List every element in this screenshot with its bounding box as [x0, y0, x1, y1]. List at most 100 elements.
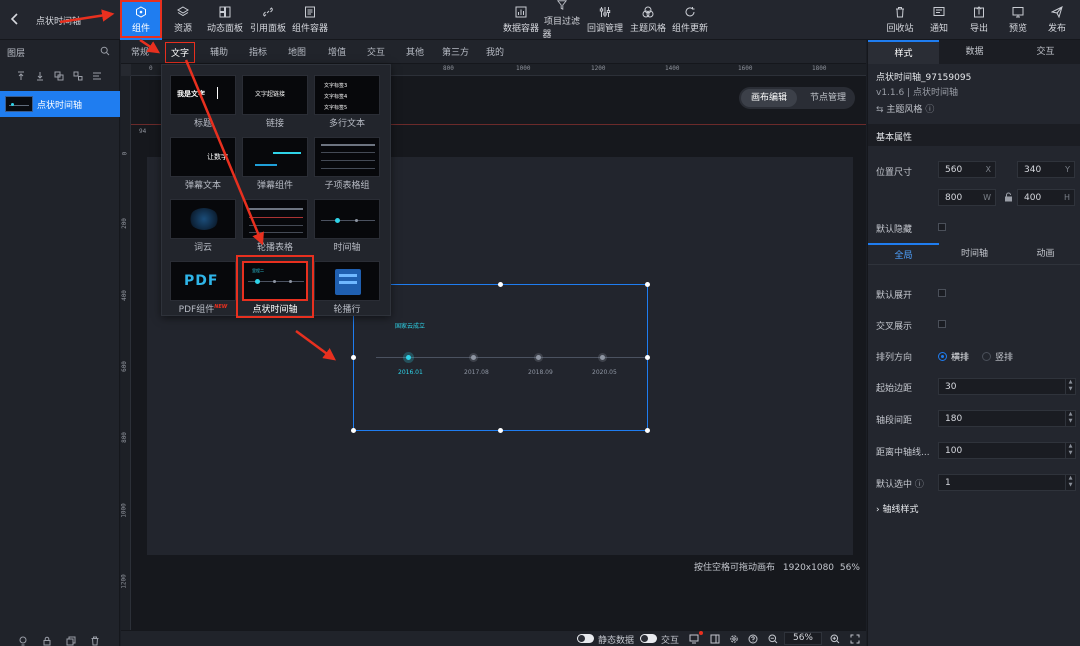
timeline-dot[interactable] — [536, 355, 541, 360]
timeline-dot[interactable] — [600, 355, 605, 360]
category-tab[interactable]: 第三方 — [442, 45, 469, 58]
ratio-lock-icon[interactable] — [1004, 192, 1013, 202]
component-card-carousel-table[interactable] — [242, 199, 308, 239]
category-tab[interactable]: 我的 — [486, 45, 504, 58]
h-field[interactable]: 400 H — [1017, 189, 1075, 206]
copy-icon[interactable] — [66, 636, 76, 646]
toolbar-recycle-button[interactable]: 回收站 — [882, 0, 918, 40]
category-tab-active[interactable]: 文字 — [165, 42, 196, 63]
stepper-icon[interactable]: ▲ ▼ — [1065, 443, 1075, 458]
tab-style[interactable]: 样式 — [868, 40, 939, 64]
bulb-icon[interactable] — [18, 636, 28, 646]
component-card-timeline[interactable] — [314, 199, 380, 239]
ruler-corner-icon[interactable] — [121, 64, 131, 76]
group-icon[interactable] — [54, 71, 64, 81]
node-manage-tab[interactable]: 节点管理 — [803, 89, 853, 107]
resize-handle[interactable] — [351, 428, 356, 433]
resize-handle[interactable] — [645, 428, 650, 433]
resize-handle[interactable] — [498, 428, 503, 433]
resize-handle[interactable] — [645, 282, 650, 287]
cross-checkbox[interactable] — [938, 320, 946, 328]
component-card-title[interactable]: 我是文字 — [170, 75, 236, 115]
zoom-out-icon[interactable] — [768, 634, 778, 644]
w-field[interactable]: 800 W — [938, 189, 996, 206]
radio-horizontal[interactable]: 横排 — [938, 350, 969, 363]
panel-icon[interactable] — [710, 634, 720, 644]
radio-vertical[interactable]: 竖排 — [982, 350, 1013, 363]
tab-interaction[interactable]: 交互 — [1010, 40, 1080, 64]
search-icon[interactable] — [100, 46, 110, 56]
toolbar-notify-button[interactable]: 通知 — [924, 0, 954, 40]
category-tab[interactable]: 指标 — [249, 45, 267, 58]
toolbar-theme-button[interactable]: 主题风格 — [628, 0, 668, 40]
ungroup-icon[interactable] — [73, 71, 83, 81]
settings-icon[interactable] — [729, 634, 739, 644]
theme-style-link[interactable]: ⇆ 主题风格 ⓘ — [876, 102, 934, 115]
default-selected-input[interactable]: 1 ▲ ▼ — [938, 474, 1076, 491]
static-data-toggle[interactable] — [577, 634, 594, 643]
toolbar-filter-button[interactable]: 项目过滤 器 — [542, 0, 582, 40]
toolbar-container-button[interactable]: 组件容器 — [290, 0, 330, 40]
fit-screen-icon[interactable] — [850, 634, 860, 644]
move-bottom-icon[interactable] — [35, 71, 45, 81]
resize-handle[interactable] — [498, 282, 503, 287]
toolbar-resource-button[interactable]: 资源 — [168, 0, 198, 40]
category-tab[interactable]: 增值 — [328, 45, 346, 58]
component-card-multiline[interactable]: 文字标签3 文字标签4 文字标签5 — [314, 75, 380, 115]
component-card-pdf[interactable]: PDF — [170, 261, 236, 301]
stepper-icon[interactable]: ▲ ▼ — [1065, 379, 1075, 394]
category-tab[interactable]: 辅助 — [210, 45, 228, 58]
subtab-global[interactable]: 全局 — [868, 243, 939, 265]
component-card-wordcloud[interactable] — [170, 199, 236, 239]
component-card-subitem-table[interactable] — [314, 137, 380, 177]
vertical-ruler[interactable]: 0 200 400 600 800 1000 1200 — [121, 64, 131, 630]
start-margin-input[interactable]: 30 ▲ ▼ — [938, 378, 1076, 395]
subtab-animation[interactable]: 动画 — [1010, 243, 1080, 265]
move-top-icon[interactable] — [16, 71, 26, 81]
toolbar-callback-button[interactable]: 回调管理 — [585, 0, 625, 40]
toolbar-component-button[interactable]: 组件 — [120, 0, 162, 40]
toolbar-data-container-button[interactable]: 数据容器 — [501, 0, 541, 40]
category-tab[interactable]: 其他 — [406, 45, 424, 58]
toolbar-publish-button[interactable]: 发布 — [1042, 0, 1072, 40]
x-field[interactable]: 560 X — [938, 161, 996, 178]
y-field[interactable]: 340 Y — [1017, 161, 1075, 178]
zoom-in-icon[interactable] — [830, 634, 840, 644]
component-card-link[interactable]: 文字超链接 — [242, 75, 308, 115]
axis-style-section[interactable]: › 轴线样式 — [876, 502, 919, 515]
screen-icon[interactable] — [689, 634, 699, 644]
layer-item-selected[interactable]: 点状时间轴 — [0, 91, 120, 117]
tab-data[interactable]: 数据 — [939, 40, 1010, 64]
resize-handle[interactable] — [351, 355, 356, 360]
hidden-checkbox[interactable] — [938, 223, 946, 231]
help-icon[interactable] — [748, 634, 758, 644]
stepper-icon[interactable]: ▲ ▼ — [1065, 411, 1075, 426]
expand-checkbox[interactable] — [938, 289, 946, 297]
component-card-barrage-text[interactable]: 让数字 — [170, 137, 236, 177]
category-tab[interactable]: 常规 — [131, 45, 149, 58]
toolbar-ref-panel-button[interactable]: 引用面板 — [248, 0, 288, 40]
interaction-toggle[interactable] — [640, 634, 657, 643]
back-button[interactable] — [8, 12, 22, 26]
component-card-barrage[interactable] — [242, 137, 308, 177]
resize-handle[interactable] — [645, 355, 650, 360]
category-tab[interactable]: 地图 — [288, 45, 306, 58]
delete-icon[interactable] — [90, 636, 100, 646]
timeline-dot[interactable] — [471, 355, 476, 360]
component-card-carousel-row[interactable] — [314, 261, 380, 301]
center-distance-input[interactable]: 100 ▲ ▼ — [938, 442, 1076, 459]
stepper-icon[interactable]: ▲ ▼ — [1065, 475, 1075, 490]
toolbar-preview-button[interactable]: 预览 — [1003, 0, 1033, 40]
toolbar-export-button[interactable]: 导出 — [964, 0, 994, 40]
lock-icon[interactable] — [42, 636, 52, 646]
category-tab[interactable]: 交互 — [367, 45, 385, 58]
timeline-dot-active[interactable] — [403, 352, 414, 363]
list-icon[interactable] — [92, 71, 102, 81]
subtab-timeline[interactable]: 时间轴 — [939, 243, 1010, 265]
canvas-edit-tab[interactable]: 画布编辑 — [741, 89, 797, 107]
zoom-input[interactable]: 56% — [784, 632, 822, 645]
timeline-component[interactable]: 国家云成立 2016.01 2017.08 2018.09 2020.05 — [351, 282, 650, 433]
axis-gap-input[interactable]: 180 ▲ ▼ — [938, 410, 1076, 427]
toolbar-update-button[interactable]: 组件更新 — [670, 0, 710, 40]
toolbar-dynamic-panel-button[interactable]: 动态面板 — [204, 0, 246, 40]
